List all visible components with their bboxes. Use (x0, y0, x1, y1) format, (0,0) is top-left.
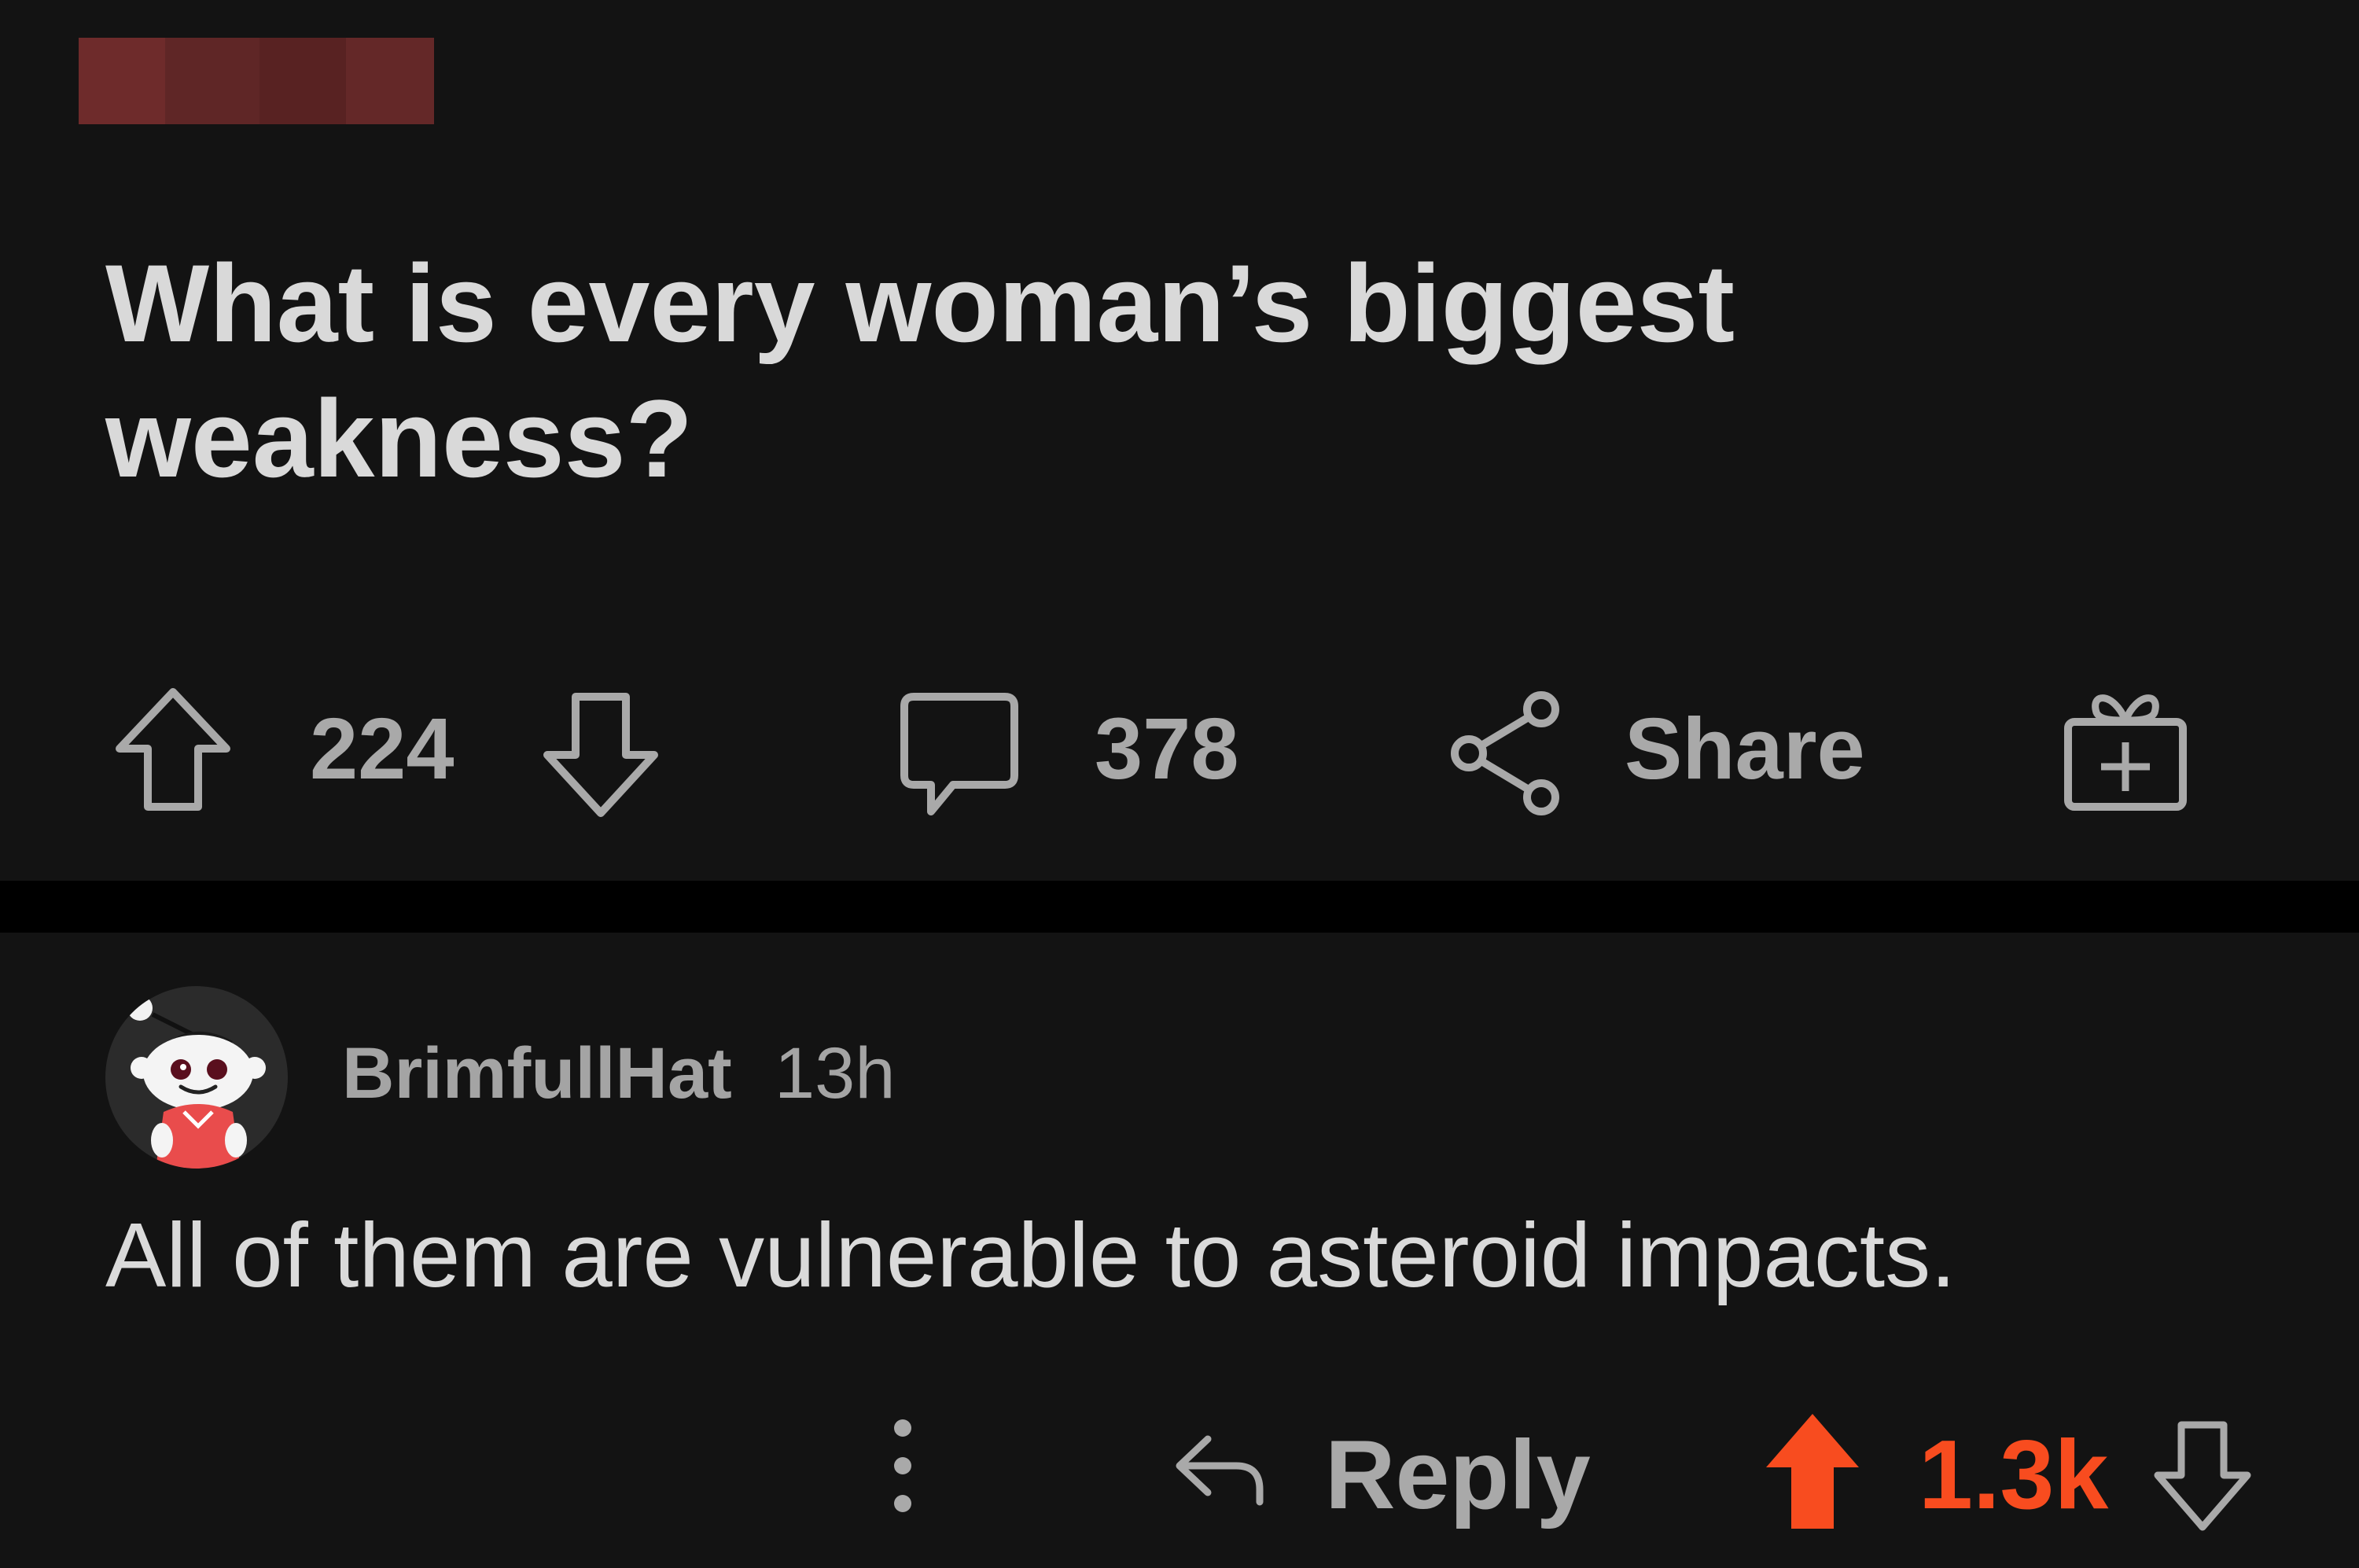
section-divider (0, 881, 2359, 933)
more-options-icon[interactable] (879, 1411, 926, 1521)
comment-timestamp: 13h (775, 1033, 896, 1113)
gift-box-icon[interactable] (2059, 684, 2192, 818)
post-action-bar: 224 378 Share (0, 676, 2359, 818)
redacted-subreddit-label (79, 38, 434, 124)
comment-action-bar: Reply 1.3k (0, 1373, 2359, 1546)
avatar[interactable] (105, 986, 288, 1169)
share-label[interactable]: Share (1625, 698, 1865, 801)
comment-vote-count: 1.3k (1919, 1421, 2109, 1529)
comment-bubble-icon[interactable] (896, 689, 1022, 823)
post-card: What is every woman’s biggest weakness? … (0, 0, 2359, 881)
reply-icon[interactable] (1168, 1420, 1271, 1522)
post-comment-count[interactable]: 378 (1095, 698, 1239, 801)
reply-button[interactable]: Reply (1325, 1420, 1591, 1530)
comment-card: BrimfullHat 13h All of them are vulnerab… (0, 933, 2359, 1568)
post-title[interactable]: What is every woman’s biggest weakness? (105, 236, 1993, 506)
downvote-icon[interactable] (538, 690, 664, 832)
downvote-icon[interactable] (2151, 1419, 2254, 1537)
post-vote-count: 224 (310, 701, 455, 797)
comment-body: All of them are vulnerable to asteroid i… (105, 1204, 1956, 1306)
upvote-active-icon[interactable] (1761, 1409, 1864, 1535)
upvote-icon[interactable] (110, 676, 236, 818)
share-icon[interactable] (1445, 687, 1571, 821)
comment-username[interactable]: BrimfullHat (342, 1030, 732, 1117)
